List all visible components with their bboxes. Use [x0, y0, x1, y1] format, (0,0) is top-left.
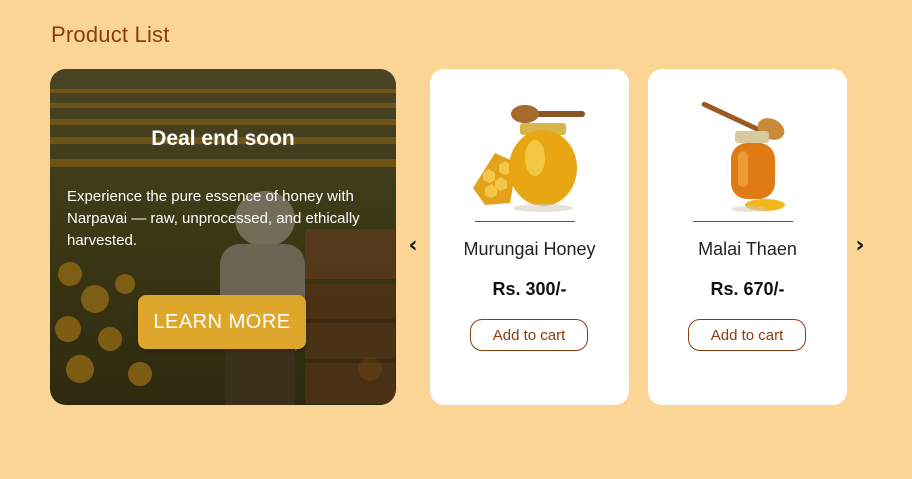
product-image: [430, 93, 629, 223]
card-divider: [693, 221, 793, 222]
promo-title: Deal end soon: [151, 127, 295, 150]
add-to-cart-button[interactable]: Add to cart: [688, 319, 806, 351]
promo-card: Deal end soon Experience the pure essenc…: [50, 69, 396, 405]
product-card: Murungai Honey Rs. 300/- Add to cart: [430, 69, 629, 405]
honey-jar-with-comb-icon: [472, 105, 585, 212]
learn-more-button[interactable]: LEARN MORE: [138, 295, 306, 349]
add-to-cart-button[interactable]: Add to cart: [470, 319, 588, 351]
product-price: Rs. 670/-: [710, 279, 785, 299]
card-divider: [475, 221, 575, 222]
product-price: Rs. 300/-: [492, 279, 567, 299]
product-name: Malai Thaen: [698, 239, 797, 259]
product-name: Murungai Honey: [463, 239, 596, 259]
chevron-right-icon[interactable]: ›: [850, 234, 870, 258]
chevron-left-icon[interactable]: ‹: [403, 234, 423, 258]
honey-jar-with-dipper-icon: [701, 101, 785, 212]
product-image: [648, 93, 847, 223]
product-card: Malai Thaen Rs. 670/- Add to cart: [648, 69, 847, 405]
page-title: Product List: [51, 22, 170, 47]
promo-description: Experience the pure essence of honey wit…: [67, 188, 360, 249]
